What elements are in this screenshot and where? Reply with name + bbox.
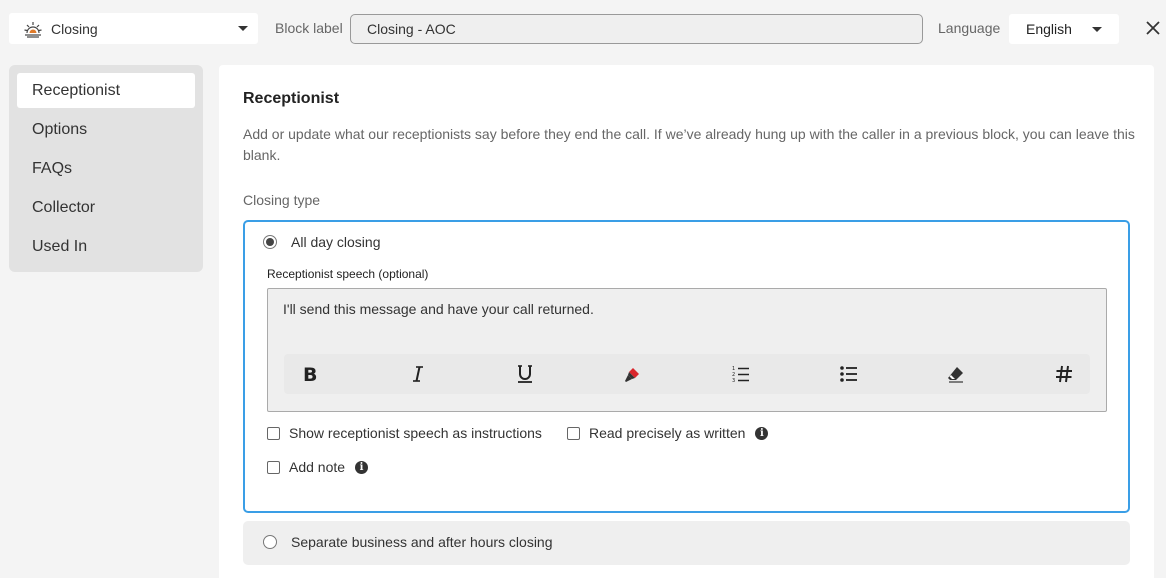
close-icon [1146, 21, 1160, 35]
sidebar-item-label: Collector [32, 198, 96, 216]
italic-icon [412, 366, 423, 382]
sunset-icon [23, 19, 43, 39]
language-value: English [1026, 21, 1072, 37]
add-note-row[interactable]: Add note i [267, 459, 369, 475]
highlight-icon [625, 368, 640, 382]
numbered-list-icon: 1 2 3 [732, 366, 749, 384]
all-day-closing-option: All day closing Receptionist speech (opt… [243, 220, 1130, 513]
bold-icon: B [303, 364, 317, 384]
sidebar-item-label: Used In [32, 237, 88, 255]
sidebar-item-faqs[interactable]: FAQs [17, 151, 195, 186]
eraser-icon [948, 367, 964, 383]
language-select[interactable]: English [1009, 14, 1119, 44]
info-icon[interactable]: i [755, 426, 769, 440]
close-button[interactable] [1144, 19, 1162, 37]
block-type-select[interactable]: Closing [9, 13, 258, 44]
block-type-value: Closing [51, 20, 98, 37]
insert-variable-button[interactable] [1052, 362, 1076, 386]
receptionist-speech-text[interactable]: I'll send this message and have your cal… [283, 301, 594, 317]
separate-closing-label: Separate business and after hours closin… [291, 534, 553, 550]
language-caption: Language [938, 20, 1001, 36]
read-precisely-checkbox[interactable] [567, 426, 580, 440]
read-precisely-label: Read precisely as written [589, 425, 746, 441]
clear-format-button[interactable] [944, 362, 968, 386]
all-day-closing-label: All day closing [291, 234, 381, 250]
highlight-button[interactable] [621, 362, 645, 386]
receptionist-speech-editor[interactable]: I'll send this message and have your cal… [267, 288, 1107, 412]
sidebar-item-label: FAQs [32, 159, 73, 177]
info-icon[interactable]: i [355, 460, 369, 474]
panel-description: Add or update what our receptionists say… [243, 126, 1135, 163]
svg-text:3: 3 [732, 378, 735, 384]
italic-button[interactable] [406, 362, 430, 386]
chevron-down-icon [238, 26, 248, 31]
sidebar-item-receptionist[interactable]: Receptionist [17, 73, 195, 108]
show-as-instructions-label: Show receptionist speech as instructions [289, 425, 542, 441]
read-precisely-row[interactable]: Read precisely as written i [567, 425, 769, 441]
editor-toolbar: B 1 2 3 [284, 354, 1090, 394]
bullet-list-icon [839, 366, 857, 382]
block-label-value: Closing - AOC [367, 21, 456, 37]
block-label-input[interactable]: Closing - AOC [350, 14, 923, 44]
all-day-closing-radio-row[interactable]: All day closing [263, 234, 381, 250]
sidebar: Receptionist Options FAQs Collector Used… [9, 65, 203, 272]
chevron-down-icon [1092, 26, 1102, 32]
separate-closing-radio[interactable] [263, 535, 277, 549]
hashtag-icon [1055, 365, 1072, 383]
numbered-list-button[interactable]: 1 2 3 [729, 362, 753, 386]
closing-type-label: Closing type [243, 192, 321, 208]
receptionist-speech-label: Receptionist speech (optional) [267, 267, 429, 281]
bullet-list-button[interactable] [837, 362, 861, 386]
separate-closing-radio-row[interactable]: Separate business and after hours closin… [263, 534, 553, 550]
underline-button[interactable] [513, 362, 537, 386]
block-label-caption: Block label [275, 20, 343, 36]
show-as-instructions-row[interactable]: Show receptionist speech as instructions [267, 425, 542, 441]
show-as-instructions-checkbox[interactable] [267, 426, 280, 440]
underline-icon [518, 365, 533, 383]
bold-button[interactable]: B [298, 362, 322, 386]
sidebar-item-label: Receptionist [32, 81, 121, 99]
sidebar-item-label: Options [32, 120, 88, 138]
sidebar-item-options[interactable]: Options [17, 112, 195, 147]
sidebar-item-used-in[interactable]: Used In [17, 229, 195, 264]
all-day-closing-radio[interactable] [263, 235, 277, 249]
add-note-checkbox[interactable] [267, 460, 280, 474]
separate-closing-option[interactable]: Separate business and after hours closin… [243, 521, 1130, 565]
page-title: Receptionist [243, 90, 340, 107]
receptionist-panel: Receptionist Add or update what our rece… [219, 65, 1154, 578]
sidebar-item-collector[interactable]: Collector [17, 190, 195, 225]
svg-text:B: B [303, 364, 317, 384]
add-note-label: Add note [289, 459, 346, 475]
